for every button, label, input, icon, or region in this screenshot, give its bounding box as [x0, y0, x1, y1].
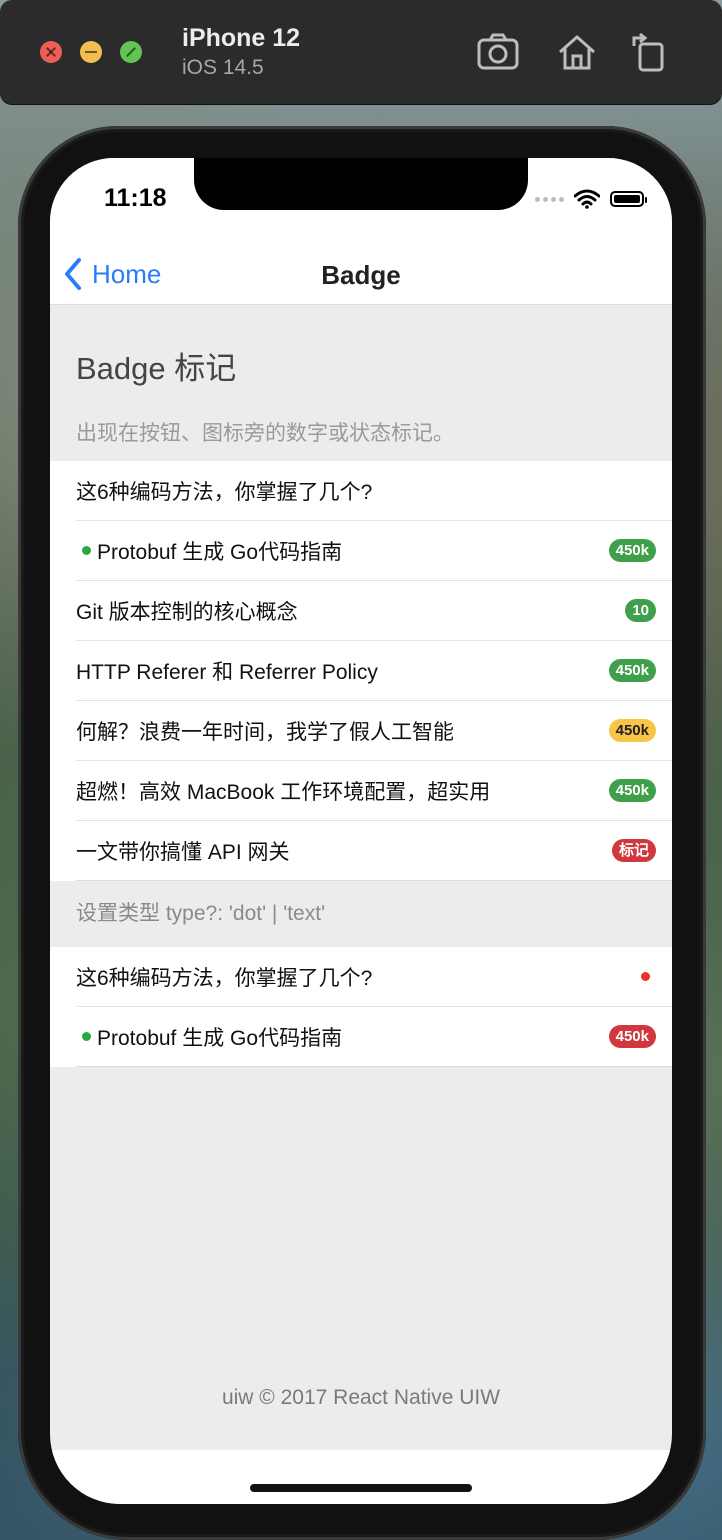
rotate-icon — [632, 32, 664, 72]
content: Badge 标记 出现在按钮、图标旁的数字或状态标记。 这6种编码方法，你掌握了… — [50, 305, 672, 1067]
badge: 450k — [608, 779, 656, 802]
list-item[interactable]: 超燃！高效 MacBook 工作环境配置，超实用 450k — [76, 761, 672, 821]
status-dot-icon — [82, 546, 91, 555]
home-indicator[interactable] — [250, 1484, 472, 1492]
page-heading: Badge 标记 — [76, 351, 237, 386]
badge: 450k — [608, 539, 656, 562]
simulator-device-name: iPhone 12 — [182, 24, 301, 52]
badge: 450k — [608, 719, 656, 742]
screenshot-button[interactable] — [476, 32, 520, 72]
maximize-window-button[interactable] — [120, 41, 142, 63]
status-icons — [535, 188, 647, 210]
list-item-title: 这6种编码方法，你掌握了几个? — [76, 966, 373, 990]
home-button[interactable] — [555, 32, 599, 72]
page-description: 出现在按钮、图标旁的数字或状态标记。 — [76, 422, 454, 445]
list-item-content: Git 版本控制的核心概念 — [76, 596, 298, 626]
navigation-bar: Home Badge — [50, 244, 672, 305]
list-item[interactable]: 何解？浪费一年时间，我学了假人工智能 450k — [76, 701, 672, 761]
status-time: 11:18 — [104, 184, 167, 212]
camera-icon — [477, 33, 519, 70]
list-item-title: 一文带你搞懂 API 网关 — [76, 840, 290, 864]
badge-type-list: 这6种编码方法，你掌握了几个? Protobuf 生成 Go代码指南 450k — [50, 947, 672, 1067]
list-item[interactable]: 这6种编码方法，你掌握了几个? — [76, 947, 672, 1007]
list-item-content: 这6种编码方法，你掌握了几个? — [76, 962, 372, 992]
list-item[interactable]: Protobuf 生成 Go代码指南 450k — [76, 1007, 672, 1067]
list-item[interactable]: 这6种编码方法，你掌握了几个? — [76, 461, 672, 521]
badge-dot — [641, 972, 650, 981]
cellular-signal-icon — [535, 196, 564, 202]
nav-title: Badge — [321, 260, 401, 290]
list-item-title: Protobuf 生成 Go代码指南 — [97, 1026, 343, 1050]
simulator-toolbar: iPhone 12 iOS 14.5 — [0, 0, 722, 104]
home-indicator-area — [50, 1450, 672, 1504]
home-icon — [559, 35, 595, 70]
badge: 450k — [608, 659, 656, 682]
list-item-title: Protobuf 生成 Go代码指南 — [97, 540, 343, 564]
list-item[interactable]: Protobuf 生成 Go代码指南 450k — [76, 521, 672, 581]
list-item-content: HTTP Referer 和 Referrer Policy — [76, 656, 378, 686]
list-item-content: 何解？浪费一年时间，我学了假人工智能 — [76, 716, 454, 746]
list-item[interactable]: Git 版本控制的核心概念 10 — [76, 581, 672, 641]
footer-text: uiw © 2017 React Native UIW — [221, 1386, 501, 1409]
section-label-type: 设置类型 type?: 'dot' | 'text' — [50, 881, 672, 947]
list-item-content: 这6种编码方法，你掌握了几个? — [76, 476, 372, 506]
phone-screen: 11:18 Home Badge Badge 标记 出现在按钮、图标旁的数字或状… — [50, 158, 672, 1504]
list-item-title: 超燃！高效 MacBook 工作环境配置，超实用 — [76, 780, 491, 804]
wifi-icon — [574, 189, 600, 209]
badge: 标记 — [611, 839, 656, 862]
badge: 450k — [608, 1025, 656, 1048]
notch — [194, 158, 528, 210]
close-window-button[interactable] — [40, 41, 62, 63]
list-item-content: Protobuf 生成 Go代码指南 — [76, 536, 342, 566]
list-item-title: HTTP Referer 和 Referrer Policy — [76, 660, 378, 684]
badge: 10 — [625, 599, 656, 622]
list-item-title: 何解？浪费一年时间，我学了假人工智能 — [76, 720, 454, 744]
list-item[interactable]: HTTP Referer 和 Referrer Policy 450k — [76, 641, 672, 701]
list-item-title: 这6种编码方法，你掌握了几个? — [76, 480, 373, 504]
status-dot-icon — [82, 1032, 91, 1041]
badge-list: 这6种编码方法，你掌握了几个? Protobuf 生成 Go代码指南 450k Git… — [50, 461, 672, 881]
battery-icon — [610, 191, 647, 207]
list-item-content: Protobuf 生成 Go代码指南 — [76, 1022, 342, 1052]
list-item-title: Git 版本控制的核心概念 — [76, 600, 298, 624]
list-item-content: 超燃！高效 MacBook 工作环境配置，超实用 — [76, 776, 490, 806]
list-item[interactable]: 一文带你搞懂 API 网关 标记 — [76, 821, 672, 881]
rotate-button[interactable] — [628, 32, 672, 72]
list-item-content: 一文带你搞懂 API 网关 — [76, 836, 290, 866]
minimize-window-button[interactable] — [80, 41, 102, 63]
simulator-os-version: iOS 14.5 — [182, 56, 264, 79]
